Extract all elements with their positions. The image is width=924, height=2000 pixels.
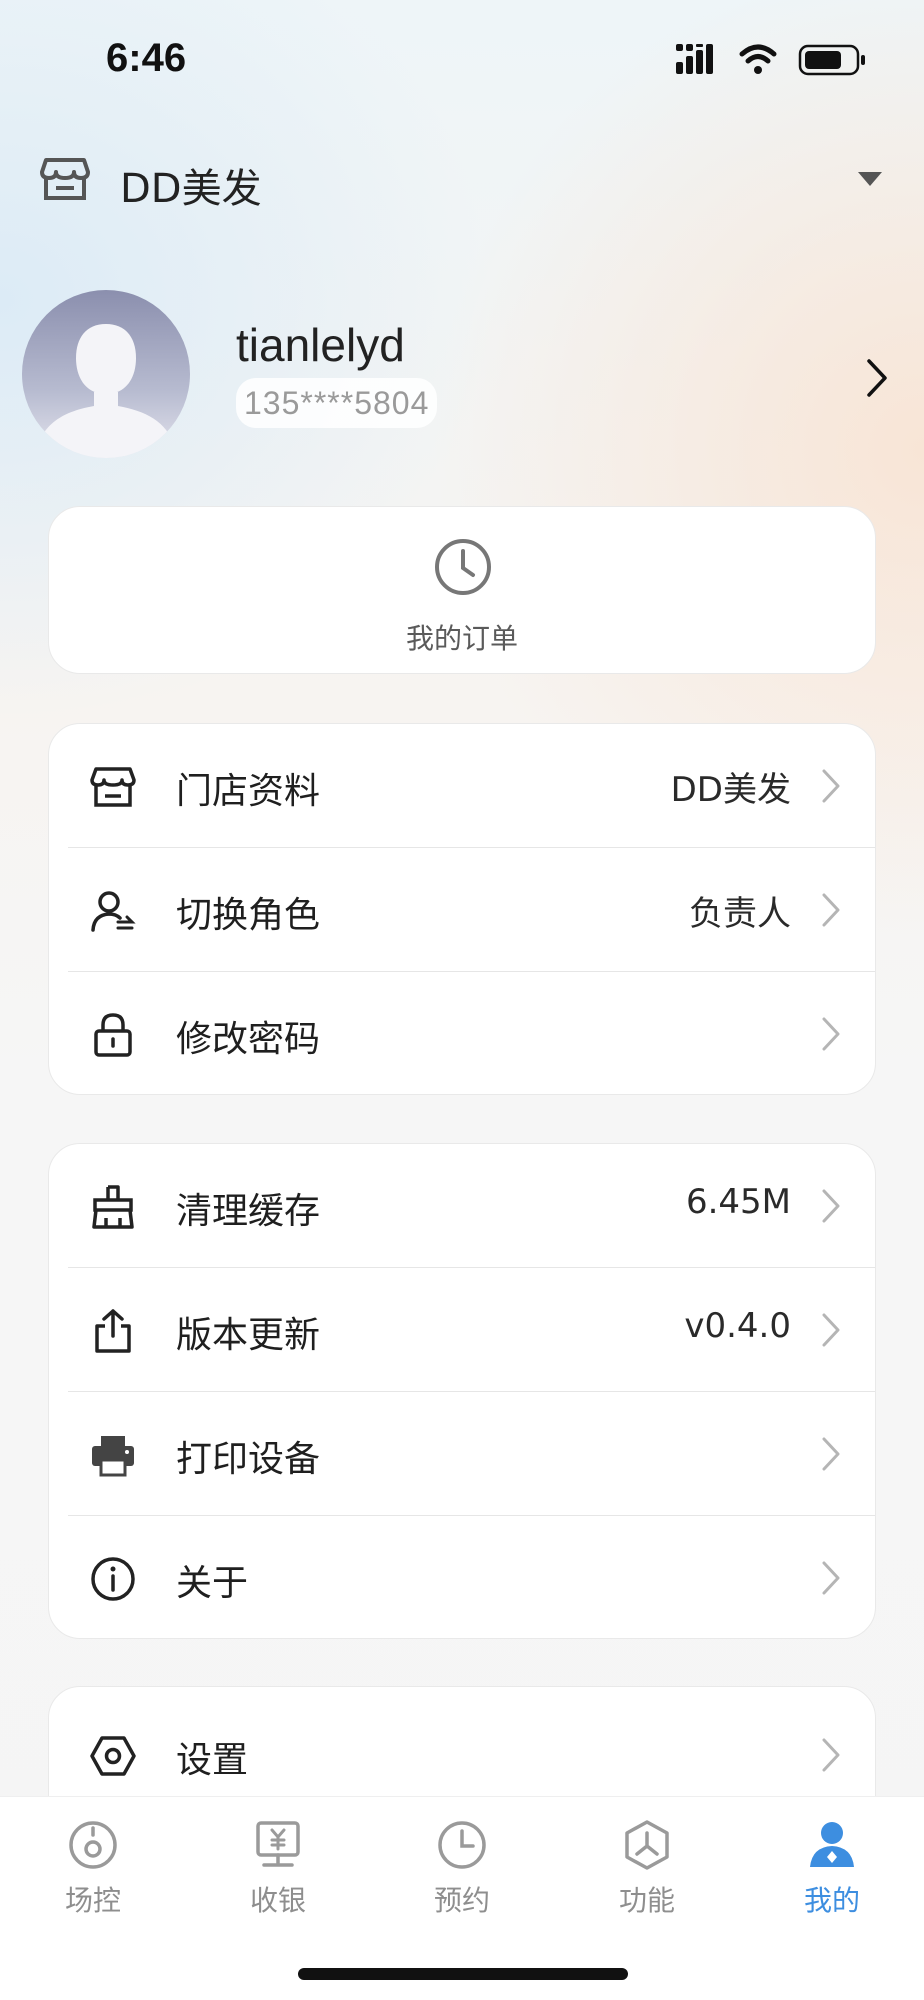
clock-icon (438, 1821, 486, 1869)
row-label: 修改密码 (176, 1019, 321, 1060)
system-card: 清理缓存 6.45M 版本更新 v0.4.0 打印设备 关于 (48, 1143, 876, 1639)
row-label: 设置 (176, 1740, 249, 1781)
store-name: DD美发 (120, 166, 262, 212)
avatar[interactable] (22, 290, 190, 458)
upload-icon (95, 1309, 131, 1353)
row-value: 6.45M (685, 1182, 791, 1222)
home-indicator[interactable] (298, 1968, 628, 1980)
broom-icon (92, 1185, 134, 1229)
row-label: 切换角色 (176, 895, 321, 936)
tab-label: 收银 (249, 1884, 306, 1917)
row-value: DD美发 (670, 770, 791, 810)
profile-chevron-right-icon[interactable] (866, 358, 888, 398)
tab-mine[interactable]: 我的 (772, 1819, 892, 1919)
store-info-row[interactable]: 门店资料 DD美发 (68, 724, 875, 848)
wifi-icon (739, 44, 777, 64)
caret-down-icon[interactable] (856, 170, 884, 188)
cashier-icon (256, 1821, 300, 1867)
tab-functions[interactable]: 功能 (587, 1819, 707, 1919)
row-label: 清理缓存 (176, 1191, 321, 1232)
chevron-right-icon (822, 769, 840, 803)
chevron-right-icon (822, 1313, 840, 1347)
info-icon (91, 1557, 135, 1601)
function-icon (625, 1820, 669, 1870)
hexagon-settings-icon (90, 1736, 136, 1776)
target-icon (69, 1821, 117, 1869)
about-row[interactable]: 关于 (68, 1516, 875, 1640)
status-icons (676, 44, 865, 76)
account-settings-card: 门店资料 DD美发 切换角色 负责人 修改密码 (48, 723, 876, 1095)
row-value: 负责人 (689, 894, 791, 934)
clock-icon (435, 539, 491, 595)
clear-cache-row[interactable]: 清理缓存 6.45M (68, 1144, 875, 1268)
status-time: 6:46 (106, 36, 187, 80)
tab-booking[interactable]: 预约 (402, 1819, 522, 1919)
lock-icon (94, 1013, 132, 1057)
user-icon (810, 1822, 854, 1867)
status-bar: 6:46 (0, 0, 924, 120)
store-selector[interactable]: DD美发 (40, 150, 884, 212)
row-value: v0.4.0 (684, 1306, 791, 1346)
chevron-right-icon (822, 1017, 840, 1051)
row-label: 门店资料 (176, 771, 321, 812)
tab-label: 功能 (618, 1884, 675, 1917)
tab-field-control[interactable]: 场控 (33, 1819, 153, 1919)
row-label: 版本更新 (176, 1315, 321, 1356)
row-label: 关于 (176, 1563, 249, 1604)
tab-label: 场控 (64, 1884, 121, 1917)
row-label: 打印设备 (176, 1439, 321, 1480)
store-icon (40, 158, 90, 200)
change-password-row[interactable]: 修改密码 (68, 972, 875, 1096)
store-icon (90, 767, 136, 807)
my-orders-label: 我的订单 (405, 622, 518, 655)
tab-label: 我的 (803, 1884, 860, 1917)
username: tianlelyd (236, 319, 405, 371)
print-device-row[interactable]: 打印设备 (68, 1392, 875, 1516)
chevron-right-icon (822, 1561, 840, 1595)
switch-role-row[interactable]: 切换角色 负责人 (68, 848, 875, 972)
switch-user-icon (91, 891, 136, 932)
chevron-right-icon (822, 1189, 840, 1223)
printer-icon (92, 1436, 134, 1477)
chevron-right-icon (822, 893, 840, 927)
chevron-right-icon (822, 1437, 840, 1471)
default-avatar-icon (34, 324, 178, 458)
cellular-signal-icon (676, 44, 713, 74)
version-update-row[interactable]: 版本更新 v0.4.0 (68, 1268, 875, 1392)
my-orders-button[interactable]: 我的订单 (48, 506, 876, 674)
chevron-right-icon (822, 1738, 840, 1772)
battery-icon (798, 44, 865, 76)
tab-cashier[interactable]: 收银 (218, 1819, 338, 1919)
tab-label: 预约 (433, 1884, 490, 1917)
phone-number: 135****5804 (236, 378, 438, 428)
